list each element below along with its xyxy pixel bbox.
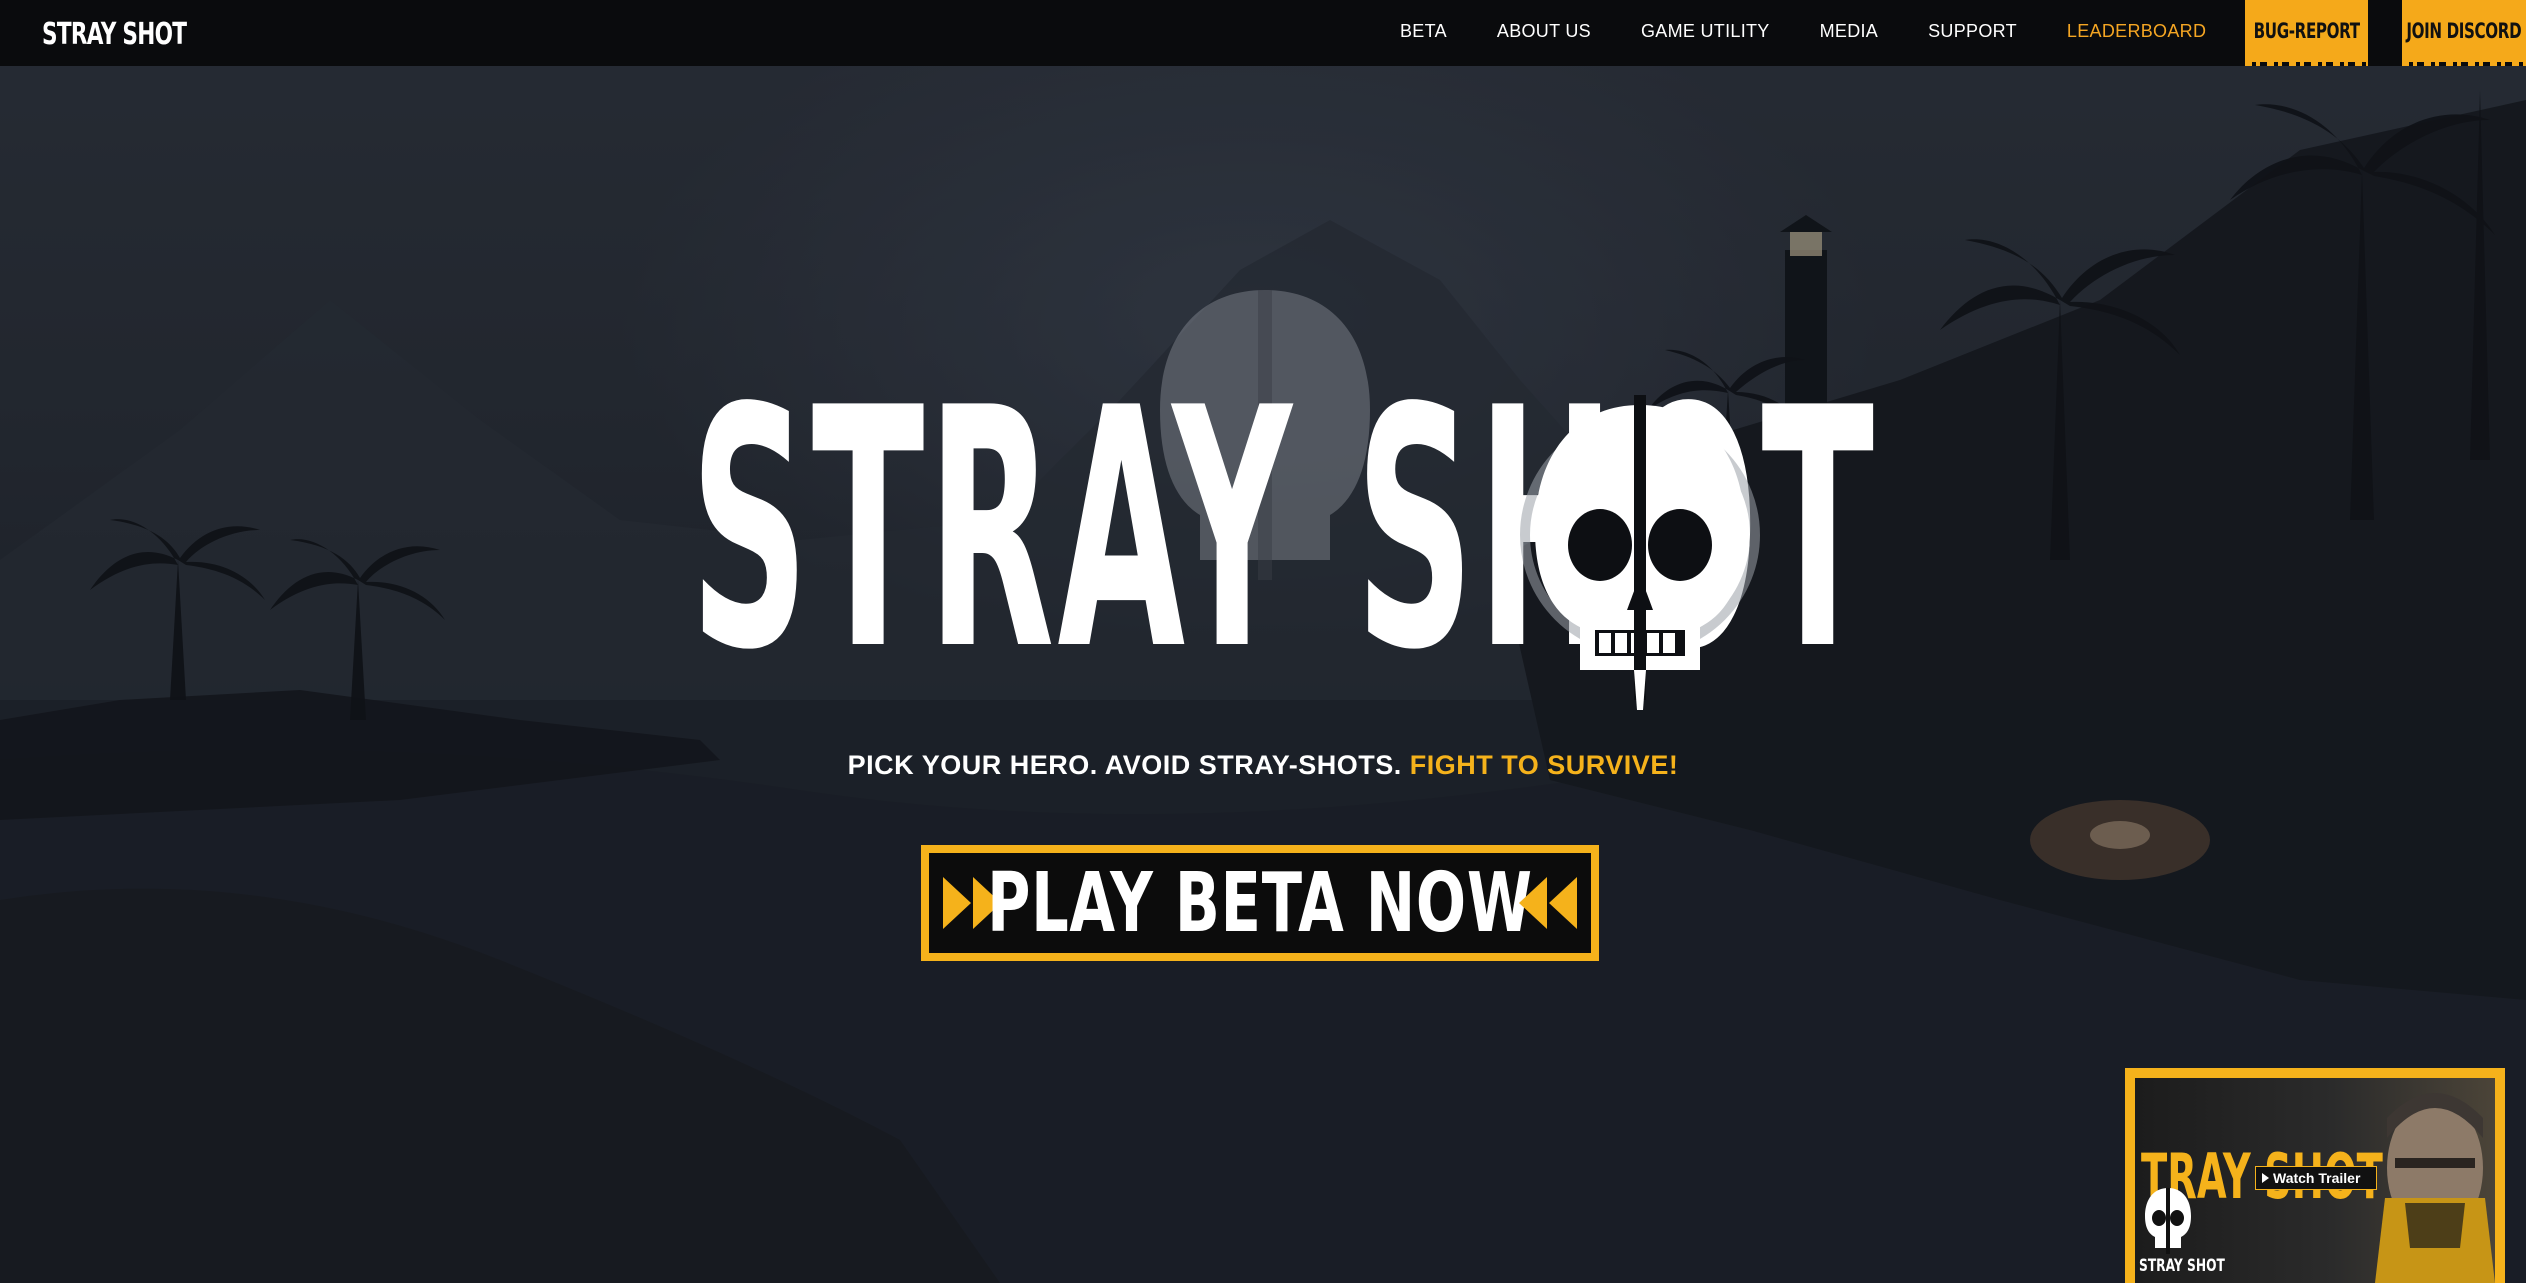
trailer-brand-text: STRAY SHOT: [2139, 1256, 2225, 1276]
nav-link-support[interactable]: SUPPORT: [1928, 21, 2017, 42]
nav-link-about-us[interactable]: ABOUT US: [1497, 21, 1591, 42]
join-discord-label: JOIN DISCORD: [2406, 19, 2522, 43]
bug-report-label: BUG-REPORT: [2253, 19, 2360, 43]
trailer-widget[interactable]: TRAY SHOT Watch Trailer STRAY SHOT: [2125, 1068, 2505, 1283]
tagline-highlight: FIGHT TO SURVIVE!: [1409, 750, 1679, 780]
bug-report-button[interactable]: BUG-REPORT: [2245, 0, 2368, 66]
nav-links: BETA ABOUT US GAME UTILITY MEDIA SUPPORT…: [1400, 0, 2256, 62]
play-icon: [2262, 1173, 2269, 1183]
brand-logo-text: STRAY SHOT: [42, 16, 187, 52]
arrow-left-icon: [1519, 877, 1577, 929]
skull-logo-icon: [1520, 395, 1760, 710]
play-beta-label: PLAY BETA NOW: [987, 855, 1533, 951]
hero-tagline: PICK YOUR HERO. AVOID STRAY-SHOTS. FIGHT…: [0, 750, 2526, 781]
top-nav: STRAY SHOT BETA ABOUT US GAME UTILITY ME…: [0, 0, 2526, 66]
join-discord-button[interactable]: JOIN DISCORD: [2402, 0, 2526, 66]
nav-link-beta[interactable]: BETA: [1400, 21, 1447, 42]
play-beta-button[interactable]: PLAY BETA NOW: [921, 845, 1599, 961]
hero-portrait-icon: [2375, 1093, 2495, 1283]
tagline-main: PICK YOUR HERO. AVOID STRAY-SHOTS.: [847, 750, 1402, 780]
nav-link-game-utility[interactable]: GAME UTILITY: [1641, 21, 1770, 42]
trailer-skull-icon: [2145, 1188, 2191, 1254]
trailer-thumbnail: TRAY SHOT Watch Trailer STRAY SHOT: [2135, 1078, 2495, 1283]
nav-link-media[interactable]: MEDIA: [1820, 21, 1879, 42]
watch-trailer-label: Watch Trailer: [2273, 1170, 2361, 1186]
brand-logo[interactable]: STRAY SHOT: [42, 14, 242, 54]
play-beta-button-inner: PLAY BETA NOW: [929, 853, 1591, 953]
nav-link-leaderboard[interactable]: LEADERBOARD: [2067, 21, 2206, 42]
watch-trailer-button[interactable]: Watch Trailer: [2255, 1166, 2377, 1190]
